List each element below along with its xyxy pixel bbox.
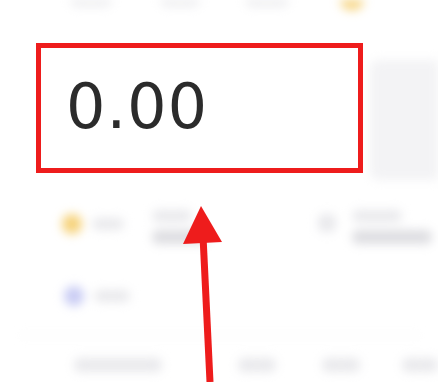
balance-highlight-box: 0.00 <box>36 43 363 173</box>
bg-item-icon <box>64 286 84 306</box>
bg-divider <box>20 335 420 336</box>
bg-right-text-2 <box>352 230 432 244</box>
bg-coin-text-1 <box>152 210 192 222</box>
bg-bottom-tab-1 <box>74 358 162 372</box>
bg-item-label <box>94 290 130 302</box>
bg-bottom-tab-2 <box>238 358 276 372</box>
bg-coin-label <box>92 218 124 230</box>
bg-right-icon <box>318 214 336 232</box>
balance-value[interactable]: 0.00 <box>66 69 208 145</box>
bg-side-panel <box>370 60 438 180</box>
bg-top-item-2 <box>160 0 200 6</box>
bg-coin-icon <box>62 214 82 234</box>
bg-right-text-1 <box>352 210 402 222</box>
bg-bottom-tab-4 <box>402 358 438 372</box>
bg-coin-text-2 <box>152 230 208 244</box>
bg-top-icon <box>340 0 364 10</box>
bg-bottom-tab-3 <box>322 358 360 372</box>
bg-top-item-3 <box>245 0 289 6</box>
bg-top-item-1 <box>70 0 112 6</box>
